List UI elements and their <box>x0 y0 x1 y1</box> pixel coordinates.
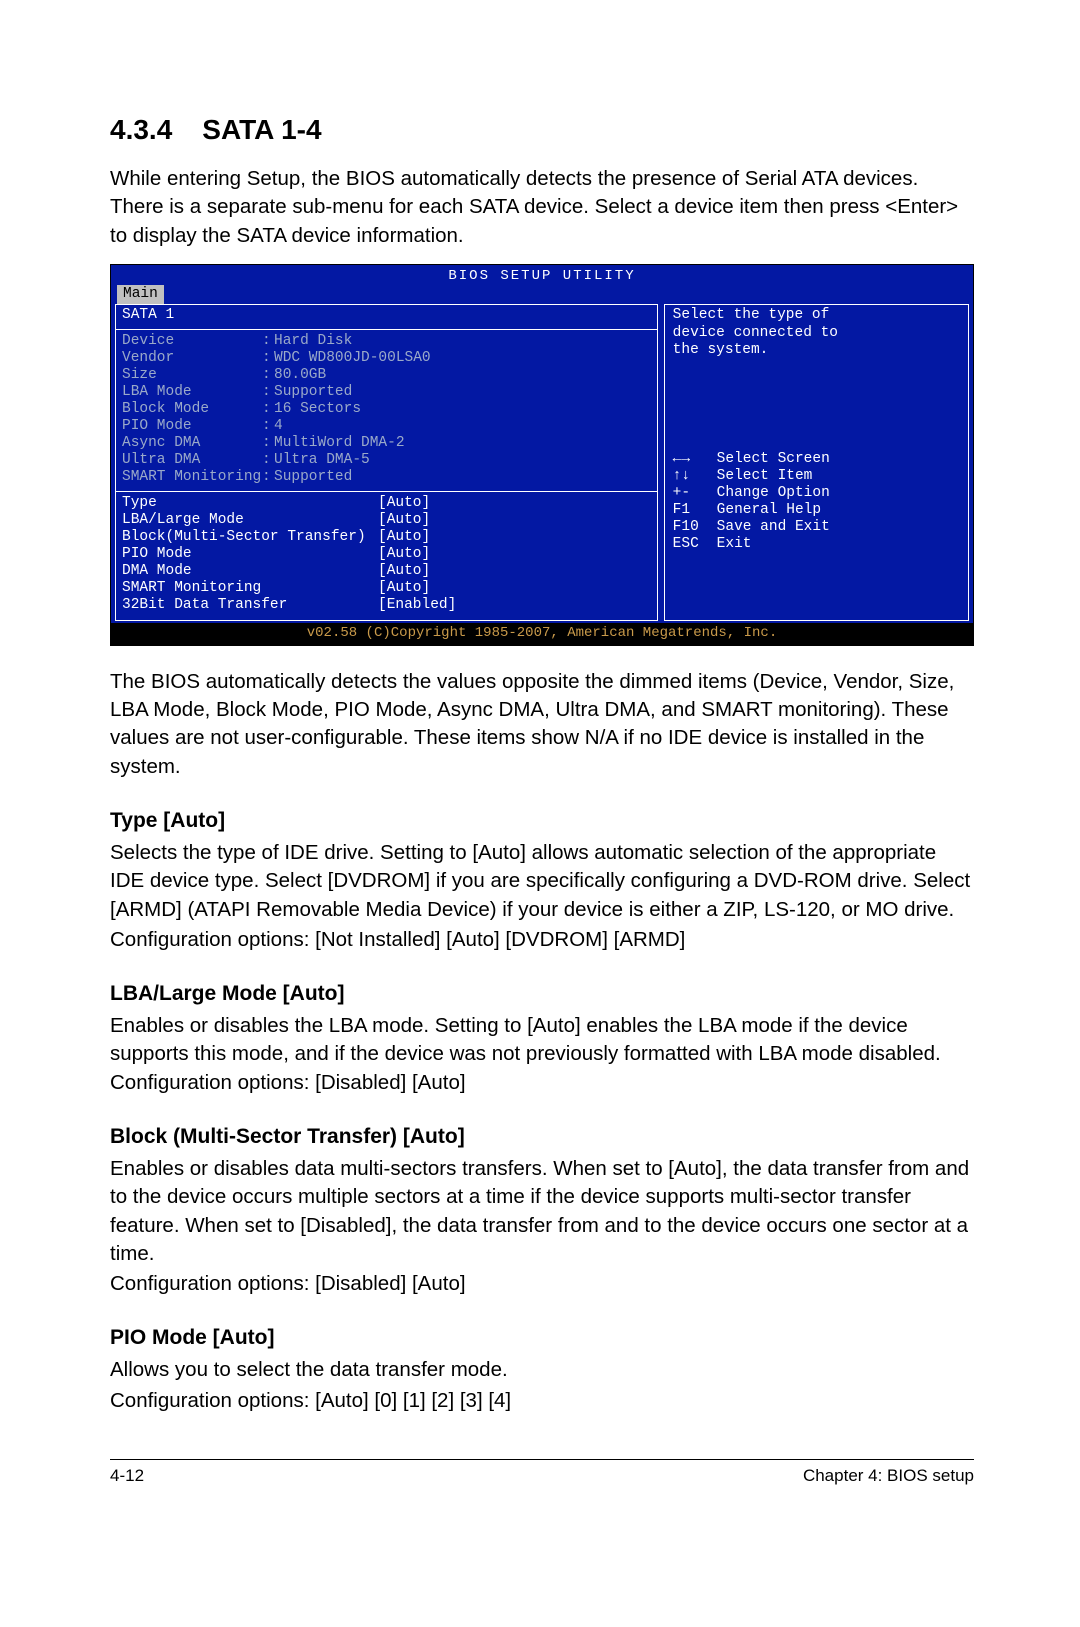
sub-type-heading: Type [Auto] <box>110 809 974 833</box>
bios-left-panel: SATA 1 Device:Hard Disk Vendor:WDC WD800… <box>115 304 658 621</box>
sub-pio-heading: PIO Mode [Auto] <box>110 1326 974 1350</box>
bios-tabbar: Main <box>111 285 973 304</box>
intro-paragraph: While entering Setup, the BIOS automatic… <box>110 165 974 250</box>
bios-tab-main: Main <box>117 285 164 304</box>
opt-key: PIO Mode <box>122 546 378 563</box>
sub-lba-heading: LBA/Large Mode [Auto] <box>110 982 974 1006</box>
opt-val: [Auto] <box>378 512 430 529</box>
info-val: 4 <box>274 418 283 435</box>
info-key: Size <box>122 367 262 384</box>
page-number: 4-12 <box>110 1466 144 1486</box>
sub-block-p2: Configuration options: [Disabled] [Auto] <box>110 1270 974 1298</box>
bios-screenshot: BIOS SETUP UTILITY Main SATA 1 Device:Ha… <box>110 264 974 646</box>
opt-key: LBA/Large Mode <box>122 512 378 529</box>
info-key: SMART Monitoring <box>122 469 262 486</box>
bios-help-text: Select the type of device connected to t… <box>673 307 960 358</box>
sub-block-p1: Enables or disables data multi-sectors t… <box>110 1155 974 1268</box>
nav-label: General Help <box>717 502 821 519</box>
opt-val: [Auto] <box>378 495 430 512</box>
info-key: LBA Mode <box>122 384 262 401</box>
sub-pio-p1: Allows you to select the data transfer m… <box>110 1356 974 1384</box>
info-val: Supported <box>274 384 352 401</box>
f10-key-icon: F10 <box>673 519 717 536</box>
nav-label: Select Item <box>717 468 813 485</box>
esc-key-icon: ESC <box>673 536 717 553</box>
sub-type-p2: Configuration options: [Not Installed] [… <box>110 926 974 954</box>
arrows-ud-icon: ↑↓ <box>673 468 717 485</box>
info-val: 80.0GB <box>274 367 326 384</box>
info-val: WDC WD800JD-00LSA0 <box>274 350 431 367</box>
plus-minus-icon: +- <box>673 485 717 502</box>
info-val: Ultra DMA-5 <box>274 452 370 469</box>
opt-key: SMART Monitoring <box>122 580 378 597</box>
opt-val: [Auto] <box>378 529 430 546</box>
sub-block-heading: Block (Multi-Sector Transfer) [Auto] <box>110 1125 974 1149</box>
info-val: Hard Disk <box>274 333 352 350</box>
page-footer: 4-12 Chapter 4: BIOS setup <box>110 1466 974 1486</box>
info-key: Device <box>122 333 262 350</box>
bios-panel-title: SATA 1 <box>122 307 653 324</box>
sub-type-p1: Selects the type of IDE drive. Setting t… <box>110 839 974 924</box>
bios-title: BIOS SETUP UTILITY <box>111 265 973 286</box>
opt-key: 32Bit Data Transfer <box>122 597 378 614</box>
info-val: 16 Sectors <box>274 401 361 418</box>
opt-val: [Auto] <box>378 563 430 580</box>
sub-pio-p2: Configuration options: [Auto] [0] [1] [2… <box>110 1387 974 1415</box>
section-title: SATA 1-4 <box>202 114 321 145</box>
chapter-label: Chapter 4: BIOS setup <box>803 1466 974 1486</box>
section-number: 4.3.4 <box>110 114 172 145</box>
nav-label: Select Screen <box>717 451 830 468</box>
info-val: MultiWord DMA-2 <box>274 435 405 452</box>
f1-key-icon: F1 <box>673 502 717 519</box>
opt-val: [Auto] <box>378 546 430 563</box>
bios-copyright: v02.58 (C)Copyright 1985-2007, American … <box>111 623 973 645</box>
info-key: Async DMA <box>122 435 262 452</box>
info-key: Vendor <box>122 350 262 367</box>
info-key: PIO Mode <box>122 418 262 435</box>
footer-rule <box>110 1459 974 1460</box>
after-bios-paragraph: The BIOS automatically detects the value… <box>110 668 974 781</box>
opt-val: [Auto] <box>378 580 430 597</box>
nav-label: Save and Exit <box>717 519 830 536</box>
opt-key: DMA Mode <box>122 563 378 580</box>
arrows-lr-icon: ←→ <box>673 451 717 468</box>
opt-val: [Enabled] <box>378 597 456 614</box>
info-val: Supported <box>274 469 352 486</box>
bios-right-panel: Select the type of device connected to t… <box>664 304 969 621</box>
info-key: Ultra DMA <box>122 452 262 469</box>
opt-key: Block(Multi-Sector Transfer) <box>122 529 378 546</box>
sub-lba-p1: Enables or disables the LBA mode. Settin… <box>110 1012 974 1097</box>
section-heading: 4.3.4 SATA 1-4 <box>110 110 974 147</box>
opt-key: Type <box>122 495 378 512</box>
info-key: Block Mode <box>122 401 262 418</box>
nav-label: Exit <box>717 536 752 553</box>
nav-label: Change Option <box>717 485 830 502</box>
